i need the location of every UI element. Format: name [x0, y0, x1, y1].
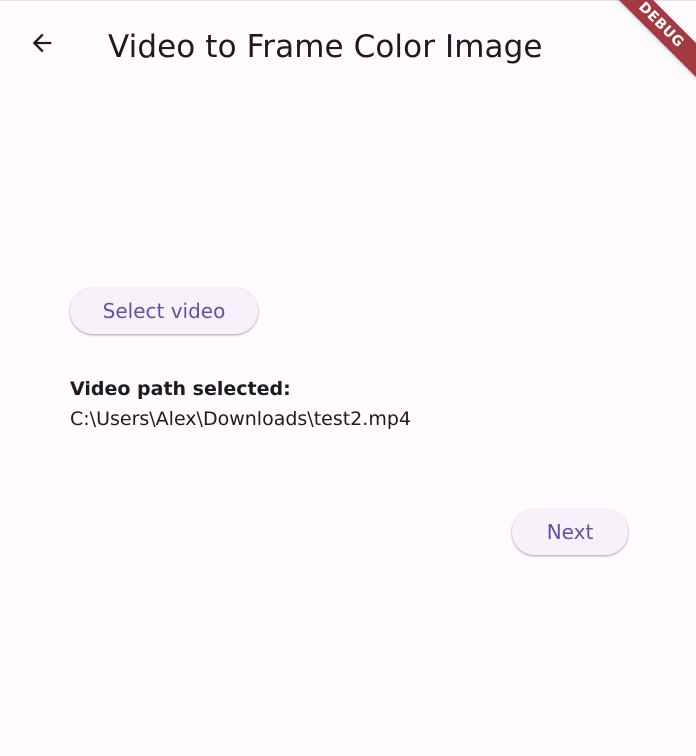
video-path-label: Video path selected:: [70, 378, 291, 400]
arrow-back-icon: [28, 29, 56, 61]
page-title: Video to Frame Color Image: [108, 29, 543, 65]
back-button[interactable]: [22, 25, 62, 65]
next-button[interactable]: Next: [512, 509, 628, 555]
select-video-button[interactable]: Select video: [70, 288, 258, 334]
app-bar: Video to Frame Color Image: [0, 1, 696, 93]
video-path-value: C:\Users\Alex\Downloads\test2.mp4: [70, 408, 411, 430]
app-window: Video to Frame Color Image DEBUG Select …: [0, 0, 696, 756]
